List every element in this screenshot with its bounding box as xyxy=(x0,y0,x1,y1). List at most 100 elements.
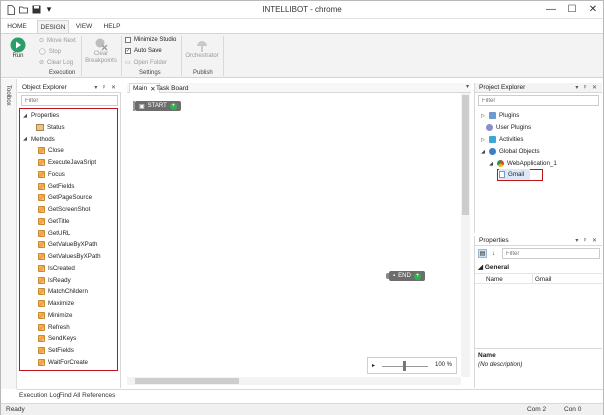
panel-controls[interactable]: ▾ ᵖ ✕ xyxy=(94,84,118,91)
tree-item-method[interactable]: GetValuesByXPath xyxy=(38,251,101,262)
object-explorer-panel: Object Explorer ▾ ᵖ ✕ ◢PropertiesStatus◢… xyxy=(18,83,121,388)
add-icon[interactable]: + xyxy=(169,102,177,110)
method-icon xyxy=(38,347,45,354)
orchestrator-button[interactable]: Orchestrator xyxy=(185,37,219,59)
method-icon xyxy=(38,194,45,202)
tabs-dropdown-icon[interactable]: ▾ xyxy=(466,83,469,90)
add-icon[interactable]: + xyxy=(414,272,421,280)
panel-controls[interactable]: ▾ ᵖ ✕ xyxy=(575,237,599,244)
tree-item-method[interactable]: MatchChildern xyxy=(38,286,88,297)
tab-design[interactable]: DESIGN xyxy=(37,20,69,33)
start-node[interactable]: ▣ START + xyxy=(135,101,181,111)
title-bar: ▾ INTELLIBOT - chrome — ☐ ✕ xyxy=(1,1,603,19)
tab-task-board[interactable]: Task Board xyxy=(153,83,192,93)
property-value[interactable]: Gmail xyxy=(535,276,551,283)
tab-view[interactable]: VIEW xyxy=(73,20,95,33)
properties-filter[interactable] xyxy=(502,248,600,259)
execution-group-label: Execution xyxy=(49,70,76,76)
tree-item-plugins[interactable]: ▷ Plugins xyxy=(480,110,519,121)
project-explorer-title: Project Explorer xyxy=(479,84,526,91)
move-next-button[interactable]: ⊙ Move Next xyxy=(39,37,76,45)
tree-item-method[interactable]: Focus xyxy=(38,169,65,180)
toolbox-tab[interactable]: Toolbox xyxy=(1,79,17,389)
tree-item-method[interactable]: SendKeys xyxy=(38,333,76,344)
tree-item-method[interactable]: SetFields xyxy=(38,345,74,356)
tree-item-method[interactable]: Close xyxy=(38,145,64,156)
close-button[interactable]: ✕ xyxy=(583,2,603,17)
tab-execution-log[interactable]: Execution Log xyxy=(19,392,60,399)
tree-item-method[interactable]: GetScreenShot xyxy=(38,204,90,215)
tree-item-method[interactable]: GetFields xyxy=(38,181,74,192)
collapse-icon[interactable]: ◢ xyxy=(22,136,28,142)
properties-title: Properties xyxy=(479,237,509,244)
tree-item-method[interactable]: Refresh xyxy=(38,322,70,333)
end-node[interactable]: ▪ END + xyxy=(389,271,425,281)
method-icon xyxy=(38,147,45,155)
collapse-icon[interactable]: ◢ xyxy=(22,113,28,119)
clear-breakpoints-button[interactable]: Clear Breakpoints xyxy=(85,37,117,65)
tree-item-method[interactable]: ExecuteJavaSript xyxy=(38,157,96,168)
page-icon xyxy=(499,171,505,178)
app-window: ▾ INTELLIBOT - chrome — ☐ ✕ HOME DESIGN … xyxy=(0,0,604,415)
method-icon xyxy=(38,288,45,296)
status-bar: Ready Com 2 Con 0 xyxy=(1,403,603,415)
panel-controls[interactable]: ▾ ᵖ ✕ xyxy=(575,84,599,91)
tree-item-property[interactable]: Status xyxy=(36,122,65,133)
window-title: INTELLIBOT - chrome xyxy=(262,5,342,14)
sort-icon[interactable]: ↓ xyxy=(489,249,498,258)
tree-item-method[interactable]: IsReady xyxy=(38,275,71,286)
maximize-button[interactable]: ☐ xyxy=(562,2,582,17)
properties-header: Properties ▾ ᵖ ✕ xyxy=(475,236,602,246)
status-con: Con 0 xyxy=(564,406,582,413)
clear-log-button[interactable]: ⊘ Clear Log xyxy=(39,59,73,67)
tree-item-method[interactable]: GetValueByXPath xyxy=(38,239,97,250)
ribbon-tabs: HOME DESIGN VIEW HELP xyxy=(1,19,603,33)
activities-icon xyxy=(489,136,496,143)
collapse-icon[interactable]: ◢ xyxy=(480,149,486,155)
tree-item-method[interactable]: GetURL xyxy=(38,228,70,239)
scroll-thumb[interactable] xyxy=(462,95,469,215)
property-key: Name xyxy=(486,276,503,283)
tree-item-method[interactable]: Maximize xyxy=(38,298,74,309)
tree-item-global-objects[interactable]: ◢ Global Objects xyxy=(480,146,540,157)
minimize-button[interactable]: — xyxy=(541,2,561,17)
tree-item-method[interactable]: Minimize xyxy=(38,310,72,321)
object-explorer-header: Object Explorer ▾ ᵖ ✕ xyxy=(18,83,121,93)
auto-save-checkbox[interactable]: ✓ Auto Save xyxy=(125,48,162,54)
tree-item-user-plugins[interactable]: User Plugins xyxy=(486,122,531,133)
tree-group-properties[interactable]: ◢ Properties xyxy=(22,110,59,121)
globe-icon xyxy=(489,148,496,155)
scroll-thumb[interactable] xyxy=(135,378,239,384)
collapse-icon[interactable]: ◢ xyxy=(488,161,494,167)
tab-find-all-references[interactable]: Find All References xyxy=(59,392,115,399)
tree-group-methods[interactable]: ◢ Methods xyxy=(22,134,55,145)
tree-item-method[interactable]: IsCreated xyxy=(38,263,75,274)
tab-help[interactable]: HELP xyxy=(101,20,123,33)
expand-icon[interactable]: ▷ xyxy=(480,137,486,143)
tree-item-web-application[interactable]: ◢ WebApplication_1 xyxy=(488,158,557,169)
workflow-canvas[interactable]: ▣ START + ▪ END + xyxy=(127,93,461,377)
property-row[interactable]: Name Gmail xyxy=(475,273,602,284)
object-explorer-filter[interactable] xyxy=(21,95,118,106)
canvas-vertical-scrollbar[interactable] xyxy=(461,93,470,377)
project-explorer-filter[interactable] xyxy=(478,95,599,106)
zoom-slider[interactable] xyxy=(402,361,406,371)
description-text: (No description) xyxy=(478,361,523,368)
tree-item-method[interactable]: WaitForCreate xyxy=(38,357,88,368)
play-icon[interactable]: ▸ xyxy=(372,362,375,369)
tree-item-activities[interactable]: ▷ Activities xyxy=(480,134,523,145)
open-folder-button[interactable]: ▭ Open Folder xyxy=(125,59,167,67)
tree-item-method[interactable]: GetTitle xyxy=(38,216,69,227)
minimize-studio-checkbox[interactable]: Minimize Studio xyxy=(125,37,176,43)
expand-icon[interactable]: ▷ xyxy=(480,113,486,119)
stop-button[interactable]: ◯ Stop xyxy=(39,48,61,56)
general-section[interactable]: ◢ General xyxy=(478,263,509,271)
ribbon: Run ⊙ Move Next ◯ Stop ⊘ Clear Log Executio… xyxy=(1,33,603,78)
tree-item-gmail[interactable]: Gmail xyxy=(499,169,531,180)
canvas-horizontal-scrollbar[interactable] xyxy=(127,377,461,385)
tree-item-method[interactable]: GetPageSource xyxy=(38,192,92,203)
categorize-icon[interactable]: ▤ xyxy=(478,249,487,258)
plugin-icon xyxy=(489,112,496,119)
tab-home[interactable]: HOME xyxy=(5,20,29,33)
run-button[interactable]: Run xyxy=(7,37,29,59)
